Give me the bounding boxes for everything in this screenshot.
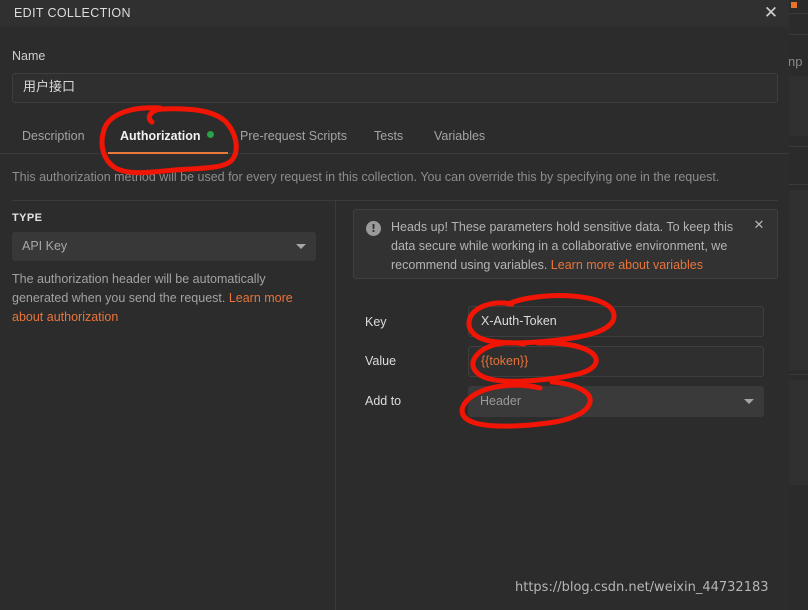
- alert-exclamation-icon: !: [366, 221, 381, 236]
- background-divider: [788, 184, 808, 185]
- tab-bar: Description Authorization Pre-request Sc…: [0, 121, 789, 154]
- background-panel: [788, 76, 808, 136]
- auth-type-value: API Key: [22, 239, 68, 253]
- sensitive-data-banner: ! Heads up! These parameters hold sensit…: [353, 209, 778, 279]
- key-label: Key: [365, 315, 387, 329]
- value-input[interactable]: {{token}}: [468, 346, 764, 377]
- dialog-title: EDIT COLLECTION: [14, 6, 131, 20]
- tab-variables[interactable]: Variables: [434, 121, 485, 154]
- screen: np EDIT COLLECTION ✕ Name 用户接口 Descripti…: [0, 0, 808, 610]
- background-panel: [788, 380, 808, 485]
- type-label: TYPE: [12, 212, 43, 224]
- background-app-strip: np: [788, 0, 808, 610]
- name-label: Name: [12, 49, 46, 63]
- add-to-label: Add to: [365, 394, 402, 408]
- learn-more-variables-link[interactable]: Learn more about variables: [551, 258, 703, 272]
- background-divider: [788, 13, 808, 14]
- watermark-text: https://blog.csdn.net/weixin_44732183: [515, 580, 769, 595]
- background-divider: [788, 34, 808, 35]
- key-input[interactable]: X-Auth-Token: [468, 306, 764, 337]
- auth-description-text: The authorization header will be automat…: [12, 272, 266, 305]
- tab-tests[interactable]: Tests: [374, 121, 403, 154]
- value-label: Value: [365, 354, 397, 368]
- tab-active-underline: [108, 152, 228, 154]
- background-panel: [788, 190, 808, 370]
- add-to-value: Header: [480, 394, 521, 408]
- close-icon[interactable]: ✕: [759, 2, 783, 24]
- banner-text: Heads up! These parameters hold sensitiv…: [391, 218, 736, 275]
- tab-authorization[interactable]: Authorization: [108, 121, 228, 154]
- tab-label: Pre-request Scripts: [240, 129, 347, 143]
- tab-label: Authorization: [120, 129, 201, 143]
- tab-label: Variables: [434, 129, 486, 143]
- auth-type-select[interactable]: API Key: [12, 232, 316, 261]
- chevron-down-icon: [744, 399, 754, 404]
- unsaved-dot-icon: [206, 131, 214, 138]
- content-top-divider: [12, 200, 778, 201]
- dialog-titlebar: EDIT COLLECTION ✕: [0, 0, 789, 27]
- tab-label: Tests: [374, 129, 404, 143]
- tab-label: Description: [22, 129, 85, 143]
- pane-vertical-divider: [335, 200, 336, 610]
- collection-name-input[interactable]: 用户接口: [12, 73, 778, 103]
- chevron-down-icon: [296, 244, 306, 249]
- auth-description: The authorization header will be automat…: [12, 270, 318, 327]
- edit-collection-dialog: EDIT COLLECTION ✕ Name 用户接口 Description …: [0, 0, 789, 610]
- background-orange-marker: [791, 2, 797, 8]
- add-to-select[interactable]: Header: [468, 386, 764, 417]
- tab-pre-request-scripts[interactable]: Pre-request Scripts: [240, 121, 347, 154]
- banner-close-icon[interactable]: ✕: [751, 217, 767, 233]
- background-divider: [788, 146, 808, 147]
- background-divider: [788, 374, 808, 375]
- authorization-helper-note: This authorization method will be used f…: [12, 170, 720, 184]
- background-partial-text: np: [788, 54, 803, 69]
- tab-description[interactable]: Description: [22, 121, 85, 154]
